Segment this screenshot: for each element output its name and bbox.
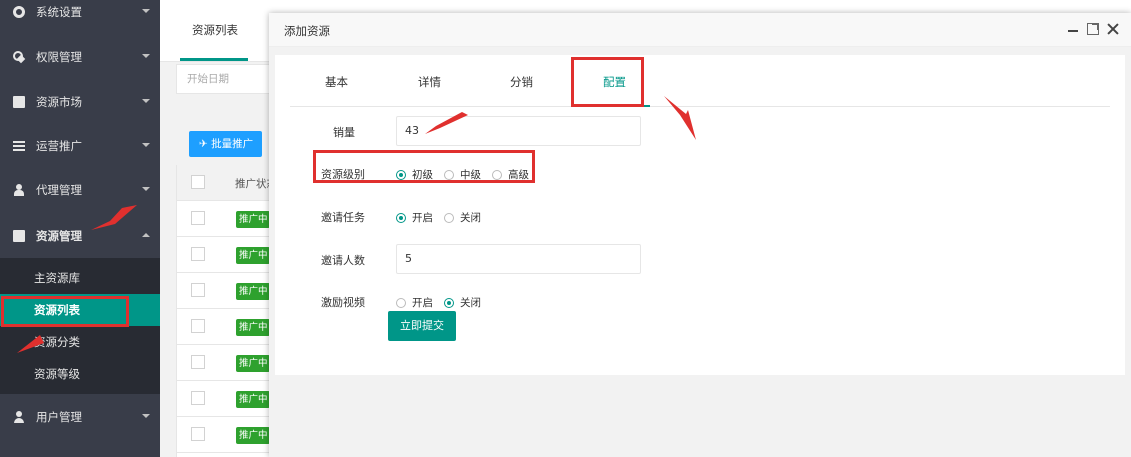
sales-input[interactable]: 43 bbox=[396, 116, 641, 146]
chevron-up-icon bbox=[142, 233, 150, 237]
list-icon bbox=[13, 140, 25, 152]
sidebar-item-label: 代理管理 bbox=[36, 183, 82, 197]
select-all-checkbox[interactable] bbox=[191, 175, 205, 189]
annotation-box-resource-list bbox=[1, 296, 129, 327]
sidebar-item-label: 用户管理 bbox=[36, 410, 82, 424]
row-checkbox[interactable] bbox=[191, 283, 205, 297]
sidebar-item-agents[interactable]: 代理管理 bbox=[0, 168, 160, 212]
sidebar: 系统设置 权限管理 资源市场 运营推广 代理管理 资源管理 主资源库 资源列表 … bbox=[0, 0, 160, 457]
submenu-item-resource-levels[interactable]: 资源等级 bbox=[0, 358, 160, 390]
reward-video-radio-on[interactable]: 开启 bbox=[396, 295, 433, 310]
book-icon bbox=[13, 96, 25, 108]
table-row: 推广中 bbox=[177, 273, 277, 309]
radio-label: 关闭 bbox=[460, 297, 481, 309]
status-badge: 推广中 bbox=[236, 211, 270, 228]
form-tabs: 基本 详情 分销 配置 bbox=[290, 55, 1110, 107]
table-row: 推广中 bbox=[177, 345, 277, 381]
sidebar-item-label: 资源管理 bbox=[36, 229, 82, 243]
status-badge: 推广中 bbox=[236, 427, 270, 444]
chevron-down-icon bbox=[142, 54, 150, 58]
form-card: 基本 详情 分销 配置 销量 43 资源级别 初级 中级 高级 邀请任务 开启 … bbox=[275, 55, 1125, 375]
dialog-title: 添加资源 bbox=[284, 24, 330, 38]
people-icon bbox=[13, 184, 25, 196]
minimize-icon[interactable] bbox=[1067, 23, 1079, 35]
sidebar-item-resource-market[interactable]: 资源市场 bbox=[0, 80, 160, 124]
sidebar-item-system-settings[interactable]: 系统设置 bbox=[0, 0, 160, 34]
annotation-box-level bbox=[313, 150, 535, 183]
sales-label: 销量 bbox=[333, 126, 355, 139]
radio-circle-checked bbox=[396, 212, 406, 223]
user-icon bbox=[13, 411, 25, 423]
resource-table: 推广状态 推广中 推广中 推广中 推广中 推广中 推广中 推广中 bbox=[176, 165, 277, 457]
chevron-down-icon bbox=[142, 99, 150, 103]
table-row: 推广中 bbox=[177, 309, 277, 345]
table-row: 推广中 bbox=[177, 381, 277, 417]
row-checkbox[interactable] bbox=[191, 247, 205, 261]
sidebar-item-label: 权限管理 bbox=[36, 50, 82, 64]
reward-video-radio-off[interactable]: 关闭 bbox=[444, 295, 481, 310]
tab-distribution[interactable]: 分销 bbox=[510, 74, 533, 90]
sidebar-item-label: 系统设置 bbox=[36, 5, 82, 19]
radio-label: 开启 bbox=[412, 297, 433, 309]
reward-video-label: 激励视频 bbox=[321, 296, 365, 309]
row-checkbox[interactable] bbox=[191, 391, 205, 405]
invite-count-label: 邀请人数 bbox=[321, 254, 365, 267]
sidebar-item-users[interactable]: 用户管理 bbox=[0, 395, 160, 439]
dialog-body: 基本 详情 分销 配置 销量 43 资源级别 初级 中级 高级 邀请任务 开启 … bbox=[269, 47, 1131, 457]
dialog-header: 添加资源 bbox=[269, 13, 1131, 47]
status-badge: 推广中 bbox=[236, 247, 270, 264]
chevron-down-icon bbox=[142, 9, 150, 13]
invite-task-label: 邀请任务 bbox=[321, 211, 365, 224]
invite-task-radio-off[interactable]: 关闭 bbox=[444, 210, 481, 225]
submenu-item-resource-categories[interactable]: 资源分类 bbox=[0, 326, 160, 358]
start-date-input[interactable]: 开始日期 bbox=[176, 64, 276, 94]
sidebar-item-label: 资源市场 bbox=[36, 95, 82, 109]
submit-button[interactable]: 立即提交 bbox=[388, 311, 456, 341]
radio-label: 开启 bbox=[412, 212, 433, 224]
table-row: 推广中 bbox=[177, 201, 277, 237]
sidebar-item-resource-management[interactable]: 资源管理 bbox=[0, 214, 160, 258]
status-badge: 推广中 bbox=[236, 391, 270, 408]
chevron-down-icon bbox=[142, 187, 150, 191]
submenu-item-main-library[interactable]: 主资源库 bbox=[0, 262, 160, 294]
table-row: 推广中 bbox=[177, 237, 277, 273]
tab-details[interactable]: 详情 bbox=[418, 74, 441, 90]
maximize-icon[interactable] bbox=[1087, 23, 1099, 35]
tab-resource-list[interactable]: 资源列表 bbox=[192, 22, 238, 38]
sidebar-item-operations[interactable]: 运营推广 bbox=[0, 124, 160, 168]
status-badge: 推广中 bbox=[236, 319, 270, 336]
invite-task-radio-on[interactable]: 开启 bbox=[396, 210, 433, 225]
radio-circle bbox=[444, 212, 454, 223]
radio-circle bbox=[396, 297, 406, 308]
invite-count-input[interactable]: 5 bbox=[396, 244, 641, 274]
row-checkbox[interactable] bbox=[191, 319, 205, 333]
row-checkbox[interactable] bbox=[191, 427, 205, 441]
key-icon bbox=[13, 51, 25, 63]
sidebar-item-label: 运营推广 bbox=[36, 139, 82, 153]
row-checkbox[interactable] bbox=[191, 355, 205, 369]
add-resource-dialog: 添加资源 基本 详情 分销 配置 销量 43 资源级别 初级 中级 高级 邀请任… bbox=[269, 13, 1131, 457]
gear-icon bbox=[13, 6, 25, 18]
row-checkbox[interactable] bbox=[191, 211, 205, 225]
close-icon[interactable] bbox=[1107, 23, 1119, 35]
status-badge: 推广中 bbox=[236, 355, 270, 372]
batch-promote-label: 批量推广 bbox=[211, 138, 254, 150]
send-icon: ✈ bbox=[199, 138, 212, 150]
tab-basic[interactable]: 基本 bbox=[325, 74, 348, 90]
book-icon bbox=[13, 230, 25, 242]
chevron-down-icon bbox=[142, 414, 150, 418]
batch-promote-button[interactable]: ✈ 批量推广 bbox=[189, 131, 262, 157]
chevron-down-icon bbox=[142, 143, 150, 147]
table-row: 推广中 bbox=[177, 417, 277, 453]
radio-circle-checked bbox=[444, 297, 454, 308]
annotation-box-config-tab bbox=[571, 57, 644, 107]
tab-active-indicator bbox=[180, 58, 248, 61]
sidebar-item-permissions[interactable]: 权限管理 bbox=[0, 35, 160, 79]
status-badge: 推广中 bbox=[236, 283, 270, 300]
radio-label: 关闭 bbox=[460, 212, 481, 224]
table-header-row: 推广状态 bbox=[177, 165, 277, 201]
